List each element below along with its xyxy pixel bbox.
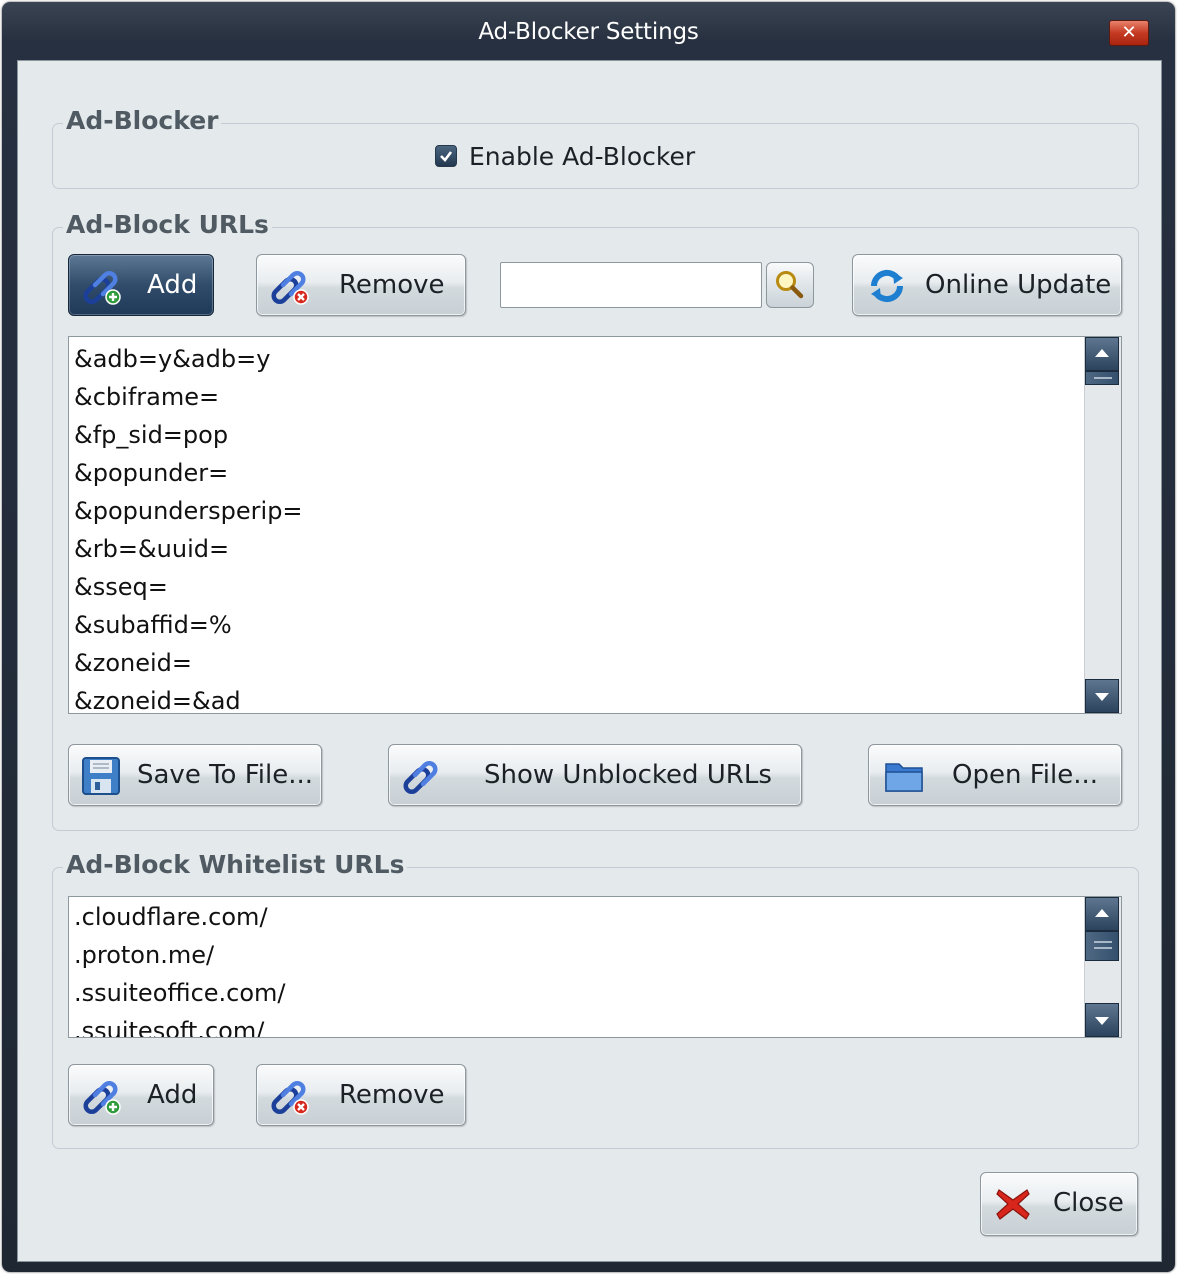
arrow-up-icon [1095,349,1109,357]
window-title: Ad-Blocker Settings [478,19,699,45]
scroll-down-button[interactable] [1085,1003,1119,1037]
url-search-button[interactable] [766,262,814,308]
title-bar[interactable]: Ad-Blocker Settings ✕ [2,2,1175,62]
blocked-urls-scrollbar[interactable] [1084,337,1121,713]
list-item[interactable]: &zoneid=&ad [69,682,1121,713]
whitelist-group: Ad-Block Whitelist URLs .cloudflare.com/… [52,850,1139,1149]
adblock-urls-legend: Ad-Block URLs [63,210,272,239]
folder-icon [885,763,923,792]
list-item[interactable]: &subaffid=% [69,606,1121,644]
adblocker-legend: Ad-Blocker [63,106,222,135]
whitelist-add-button[interactable]: Add [68,1064,214,1126]
scroll-thumb[interactable] [1085,371,1119,385]
show-unblocked-urls-label: Show Unblocked URLs [484,760,772,790]
remove-url-label: Remove [339,270,445,300]
whitelist-scrollbar[interactable] [1084,897,1121,1037]
dialog-body: Ad-Blocker Enable Ad-Blocker Ad-Block UR… [17,60,1162,1262]
whitelist-remove-button[interactable]: Remove [256,1064,466,1126]
whitelist-add-label: Add [147,1080,198,1110]
link-remove-icon [269,1077,309,1115]
list-item[interactable]: .ssuitesoft.com/ [69,1012,1121,1037]
whitelist-legend: Ad-Block Whitelist URLs [63,850,408,879]
whitelist-items: .cloudflare.com/ .proton.me/ .ssuiteoffi… [69,897,1121,1037]
scroll-down-button[interactable] [1085,679,1119,713]
list-item[interactable]: &cbiframe= [69,378,1121,416]
adblocker-group: Ad-Blocker Enable Ad-Blocker [52,106,1139,189]
list-item[interactable]: &rb=&uuid= [69,530,1121,568]
url-search-input[interactable] [500,262,762,308]
floppy-disk-icon [82,757,120,795]
list-item[interactable]: &adb=y&adb=y [69,340,1121,378]
close-button[interactable]: Close [980,1172,1138,1236]
list-item[interactable]: &zoneid= [69,644,1121,682]
arrow-up-icon [1095,909,1109,917]
scroll-up-button[interactable] [1085,337,1119,371]
online-update-label: Online Update [925,270,1112,300]
close-x-icon [996,1189,1030,1220]
show-unblocked-urls-button[interactable]: Show Unblocked URLs [388,744,802,806]
open-file-label: Open File... [952,760,1099,790]
whitelist-urls-list[interactable]: .cloudflare.com/ .proton.me/ .ssuiteoffi… [68,896,1122,1038]
blocked-urls-items: &adb=y&adb=y &cbiframe= &fp_sid=pop &pop… [69,337,1121,713]
list-item[interactable]: &sseq= [69,568,1121,606]
arrow-down-icon [1095,1017,1109,1025]
settings-window: Ad-Blocker Settings ✕ Ad-Blocker Enable … [2,2,1175,1272]
window-close-button[interactable]: ✕ [1109,20,1149,46]
list-item[interactable]: &fp_sid=pop [69,416,1121,454]
list-item[interactable]: .proton.me/ [69,936,1121,974]
link-remove-icon [269,267,309,305]
checkbox-checked-icon[interactable] [435,145,457,167]
enable-adblocker-checkbox[interactable]: Enable Ad-Blocker [435,140,695,172]
blocked-urls-list[interactable]: &adb=y&adb=y &cbiframe= &fp_sid=pop &pop… [68,336,1122,714]
list-item[interactable]: &popundersperip= [69,492,1121,530]
list-item[interactable]: .cloudflare.com/ [69,898,1121,936]
link-add-icon [81,1077,121,1115]
add-url-button[interactable]: Add [68,254,214,316]
enable-adblocker-label: Enable Ad-Blocker [469,141,696,171]
arrow-down-icon [1095,693,1109,701]
link-icon [401,757,441,795]
online-update-button[interactable]: Online Update [852,254,1122,316]
search-icon [776,271,804,299]
refresh-icon [870,269,904,303]
open-file-button[interactable]: Open File... [868,744,1122,806]
scroll-thumb[interactable] [1085,931,1119,961]
remove-url-button[interactable]: Remove [256,254,466,316]
close-label: Close [1053,1188,1124,1218]
whitelist-remove-label: Remove [339,1080,445,1110]
scroll-up-button[interactable] [1085,897,1119,931]
save-to-file-button[interactable]: Save To File... [68,744,322,806]
add-url-label: Add [147,270,198,300]
link-add-icon [81,267,121,305]
list-item[interactable]: &popunder= [69,454,1121,492]
save-to-file-label: Save To File... [137,760,314,790]
list-item[interactable]: .ssuiteoffice.com/ [69,974,1121,1012]
adblock-urls-group: Ad-Block URLs Add Remove Online Update &… [52,210,1139,831]
